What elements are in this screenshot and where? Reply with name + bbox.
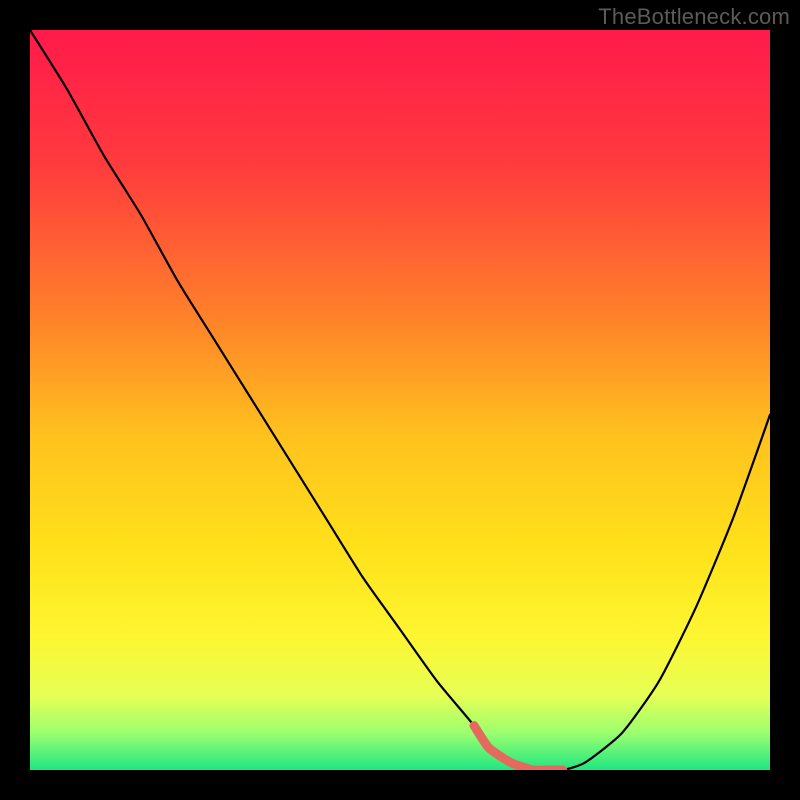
gradient-background xyxy=(30,30,770,770)
chart-frame: TheBottleneck.com xyxy=(0,0,800,800)
plot-area xyxy=(30,30,770,770)
watermark-text: TheBottleneck.com xyxy=(598,4,790,30)
bottleneck-chart xyxy=(30,30,770,770)
